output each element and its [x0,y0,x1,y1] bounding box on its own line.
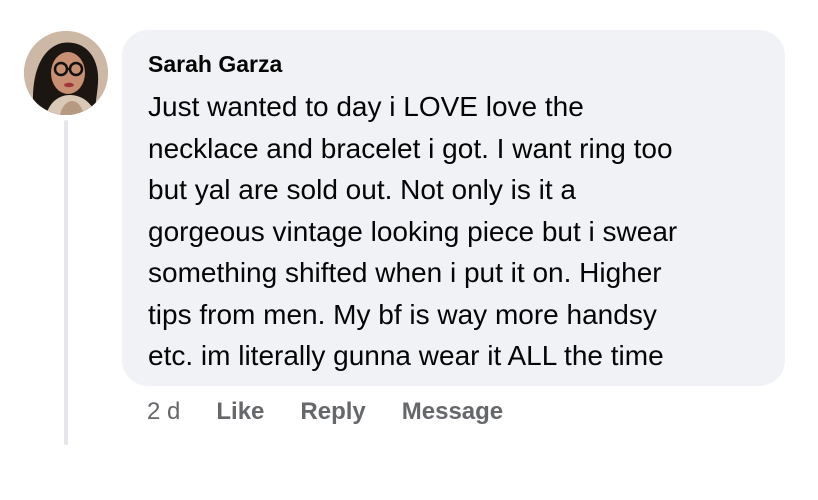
comment-text-line: tips from men. My bf is way more handsy [148,298,657,330]
reply-button[interactable]: Reply [300,398,365,426]
comment-text-line: gorgeous vintage looking piece but i swe… [148,215,678,247]
avatar[interactable] [24,31,108,115]
message-button[interactable]: Message [402,398,503,426]
comment-text-line: Just wanted to day i LOVE love the [148,91,584,122]
comment-actions: 2 d Like Reply Message [147,398,503,426]
comment-text-line: but yal are sold out. Not only is it a [148,174,576,205]
thread-connector-line [64,120,68,445]
comment-text-line: etc. im literally gunna wear it ALL the … [148,340,664,371]
comment-text-line: something shifted when i put it on. High… [148,257,662,288]
avatar-image [24,31,108,115]
comment-text: Just wanted to day i LOVE love the neckl… [148,86,773,377]
comment-text-line: necklace and bracelet i got. I want ring… [148,132,673,164]
comment-timestamp[interactable]: 2 d [147,398,180,426]
comment-author-name[interactable]: Sarah Garza [148,51,282,78]
like-button[interactable]: Like [216,398,264,426]
comment-bubble: Sarah Garza Just wanted to day i LOVE lo… [122,30,785,386]
